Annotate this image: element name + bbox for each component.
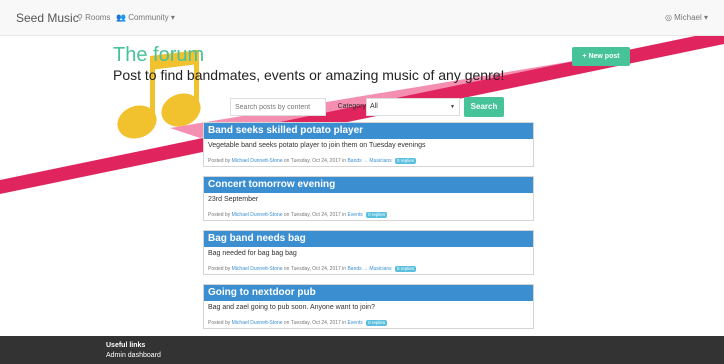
post-body: Vegetable band seeks potato player to jo… <box>208 142 426 149</box>
brand-link[interactable]: Seed Music <box>16 11 79 25</box>
post-meta: Posted by Michael Dunnett-Stone on Tuesd… <box>204 265 533 274</box>
admin-dashboard-link[interactable]: Admin dashboard <box>106 352 161 359</box>
author-link[interactable]: Michael Dunnett-Stone <box>232 158 283 164</box>
footer-title: Useful links <box>106 342 146 349</box>
post-card: Bag band needs bag Bag needed for bag ba… <box>203 230 534 275</box>
post-title[interactable]: Band seeks skilled potato player <box>204 123 533 139</box>
category-link[interactable]: Bands → Musicians <box>347 158 391 164</box>
post-body: 23rd September <box>208 196 259 203</box>
nav-community-dropdown[interactable]: 👥 Community ▾ <box>116 13 175 22</box>
replies-badge: 0 replies <box>366 320 388 326</box>
caret-down-icon: ▾ <box>703 13 708 22</box>
post-date: on Tuesday, Oct 24, 2017 in <box>283 158 347 164</box>
footer <box>0 336 724 364</box>
post-date: on Tuesday, Oct 24, 2017 in <box>283 266 347 272</box>
post-date: on Tuesday, Oct 24, 2017 in <box>283 320 347 326</box>
user-icon: ◎ <box>664 13 672 22</box>
category-link[interactable]: Events <box>347 212 362 218</box>
navbar: Seed Music ⚲ Rooms 👥 Community ▾ ◎ Micha… <box>0 0 724 36</box>
user-menu[interactable]: ◎ Michael ▾ <box>665 13 708 22</box>
category-value: All <box>370 103 378 110</box>
post-card: Concert tomorrow evening 23rd September … <box>203 176 534 221</box>
replies-badge: 0 replies <box>395 158 417 164</box>
post-meta: Posted by Michael Dunnett-Stone on Tuesd… <box>204 211 533 220</box>
post-title[interactable]: Concert tomorrow evening <box>204 177 533 193</box>
category-label: Category <box>337 103 366 110</box>
search-input[interactable] <box>230 98 326 116</box>
plus-icon: + <box>582 53 587 60</box>
post-date: on Tuesday, Oct 24, 2017 in <box>283 212 347 218</box>
nav-rooms[interactable]: ⚲ Rooms <box>77 13 110 22</box>
page-title: The forum <box>113 44 205 66</box>
map-pin-icon: ⚲ <box>77 13 83 22</box>
search-button[interactable]: Search <box>464 97 504 117</box>
category-link[interactable]: Bands → Musicians <box>347 266 391 272</box>
people-icon: 👥 <box>116 13 126 22</box>
post-body: Bag needed for bag bag bag <box>208 250 297 257</box>
author-link[interactable]: Michael Dunnett-Stone <box>232 266 283 272</box>
replies-badge: 0 replies <box>366 212 388 218</box>
post-meta: Posted by Michael Dunnett-Stone on Tuesd… <box>204 157 533 166</box>
page-subtitle: Post to find bandmates, events or amazin… <box>113 67 505 83</box>
posted-by-label: Posted by <box>208 212 231 218</box>
nav-rooms-label: Rooms <box>85 13 111 22</box>
nav-community-label: Community <box>128 13 169 22</box>
posted-by-label: Posted by <box>208 266 231 272</box>
new-post-label: New post <box>588 53 620 60</box>
replies-badge: 0 replies <box>395 266 417 272</box>
posted-by-label: Posted by <box>208 320 231 326</box>
caret-down-icon: ▾ <box>170 13 175 22</box>
category-select[interactable]: All ▼ <box>366 98 460 116</box>
user-name: Michael <box>674 13 702 22</box>
post-body: Bag and zael going to pub soon. Anyone w… <box>208 304 375 311</box>
category-link[interactable]: Events <box>347 320 362 326</box>
post-card: Band seeks skilled potato player Vegetab… <box>203 122 534 167</box>
post-meta: Posted by Michael Dunnett-Stone on Tuesd… <box>204 319 533 328</box>
posted-by-label: Posted by <box>208 158 231 164</box>
post-title[interactable]: Going to nextdoor pub <box>204 285 533 301</box>
post-card: Going to nextdoor pub Bag and zael going… <box>203 284 534 329</box>
caret-down-icon: ▼ <box>450 104 455 110</box>
author-link[interactable]: Michael Dunnett-Stone <box>232 320 283 326</box>
new-post-button[interactable]: + New post <box>572 47 630 66</box>
post-title[interactable]: Bag band needs bag <box>204 231 533 247</box>
author-link[interactable]: Michael Dunnett-Stone <box>232 212 283 218</box>
